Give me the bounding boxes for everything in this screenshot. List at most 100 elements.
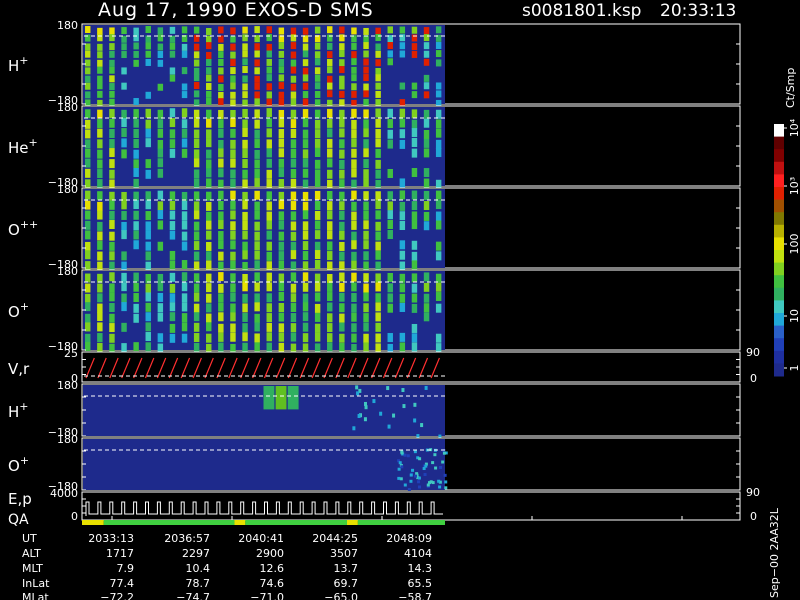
spectrogram-cell xyxy=(133,200,139,210)
spectrogram-cell xyxy=(302,98,309,106)
spectrogram-cell xyxy=(145,342,151,352)
spectrogram-cell xyxy=(278,332,285,342)
spectrogram-cell xyxy=(351,27,357,35)
spectrogram-cell xyxy=(193,322,200,332)
spectrogram-cell xyxy=(314,343,321,353)
spectrogram-cell xyxy=(242,66,248,74)
spectrogram-cell xyxy=(109,75,115,83)
spectrogram-cell xyxy=(97,109,103,119)
spectrogram-cell xyxy=(351,58,357,66)
spectrogram-cell xyxy=(109,323,115,333)
spectrogram-cell xyxy=(254,109,260,119)
spectrogram-cell xyxy=(375,343,381,353)
spectrogram-cell xyxy=(121,27,127,35)
spectrogram-cell xyxy=(242,128,248,138)
spectrogram-cell xyxy=(423,42,430,50)
spectrogram-cell xyxy=(242,169,248,179)
spectrogram-cell xyxy=(266,91,272,99)
spectrogram-cell xyxy=(375,169,381,179)
spectrogram-cell xyxy=(145,332,151,342)
spectrogram-cell xyxy=(85,273,91,283)
spectrogram-cell xyxy=(169,118,176,128)
right-axis-bottom-label: 0 xyxy=(750,372,757,385)
spectrogram-cell xyxy=(314,82,321,90)
panel-label: O+ xyxy=(8,454,29,475)
spectrogram-cell xyxy=(157,303,164,313)
spectrogram-cell xyxy=(85,59,91,67)
spectrogram-cell xyxy=(351,179,357,189)
spectrogram-cell xyxy=(399,342,406,352)
spectrogram-cell xyxy=(339,90,345,98)
spectrogram-cell xyxy=(230,283,236,293)
spectrogram-cell xyxy=(254,119,260,129)
spectrogram-cell xyxy=(97,59,103,67)
spectrogram-cell xyxy=(375,82,381,90)
spectrogram-cell xyxy=(254,210,260,220)
spectrogram-cell xyxy=(218,323,224,333)
spectrogram-cell xyxy=(399,240,406,250)
spectrogram-cell xyxy=(206,109,212,119)
spectrogram-cell xyxy=(97,90,103,98)
spectrogram-cell xyxy=(290,34,297,42)
spectrogram-cell xyxy=(278,168,285,178)
spectrogram-cell xyxy=(314,332,321,342)
qa-segment xyxy=(82,520,104,525)
spectrogram-cell xyxy=(218,91,224,99)
spectrogram-cell xyxy=(314,58,321,66)
spectrogram-cell xyxy=(206,59,212,67)
spectrogram-cell xyxy=(399,201,406,211)
spectrogram-cell xyxy=(411,283,418,293)
spectrogram-cell xyxy=(97,149,103,159)
spectrogram-cell xyxy=(290,119,297,129)
colorbar-swatch xyxy=(774,224,784,238)
spectrogram-cell xyxy=(290,221,297,231)
spectrogram-cell xyxy=(254,82,260,90)
colorbar-swatch xyxy=(774,275,784,289)
spectrogram-cell xyxy=(327,138,333,148)
spectrogram-cell xyxy=(254,129,260,139)
spectrogram-cell xyxy=(230,323,236,333)
spectrogram-cell xyxy=(193,59,200,67)
colorbar-swatch xyxy=(774,124,784,138)
spectrogram-cell xyxy=(254,67,260,75)
spectrogram-cell xyxy=(423,58,430,66)
spectrogram-cell xyxy=(290,272,297,282)
spectrogram-cell xyxy=(314,230,321,240)
spectrogram-cell xyxy=(411,26,418,34)
spectrogram-cell xyxy=(314,190,321,200)
spectrogram-cell xyxy=(435,139,442,149)
spectrogram-cell xyxy=(399,178,406,188)
spectrogram-cell xyxy=(423,118,430,128)
spectrogram-cell xyxy=(375,90,381,98)
qa-bar xyxy=(82,520,445,525)
spectrogram-cell xyxy=(302,149,309,159)
spectrogram-cell xyxy=(290,283,297,293)
spectrogram-cell xyxy=(266,211,272,221)
spectrogram-cell xyxy=(121,272,127,282)
spectrogram-cell xyxy=(327,75,333,83)
spectrogram-cell xyxy=(206,74,212,82)
spectrogram-cell xyxy=(242,75,248,83)
spectrogram-cell xyxy=(206,283,212,293)
spectrogram-cell xyxy=(339,210,345,220)
spectrogram-cell xyxy=(193,109,200,119)
spectrogram-cell xyxy=(302,179,309,189)
colorbar-swatch xyxy=(774,313,784,327)
spectrogram-cell xyxy=(85,50,91,58)
spectrogram-cell xyxy=(193,231,200,241)
spectrogram-cell xyxy=(278,260,285,270)
spectrogram-cell xyxy=(242,159,248,169)
spectrogram-cell xyxy=(193,82,200,90)
spectrogram-cell xyxy=(278,98,285,106)
spectrogram-cell xyxy=(133,221,139,231)
spectrogram-cell xyxy=(339,59,345,67)
spectrogram-cell xyxy=(133,240,139,250)
spectrogram-cell xyxy=(169,26,176,34)
spectrogram-cell xyxy=(218,119,224,129)
spectrogram-cell xyxy=(85,230,91,240)
spectrogram-cell xyxy=(242,332,248,342)
spectrogram-cell xyxy=(206,260,212,270)
spectrogram-cell xyxy=(278,241,285,251)
spectrogram-cell xyxy=(327,342,333,352)
spectrogram-cell xyxy=(169,129,176,139)
